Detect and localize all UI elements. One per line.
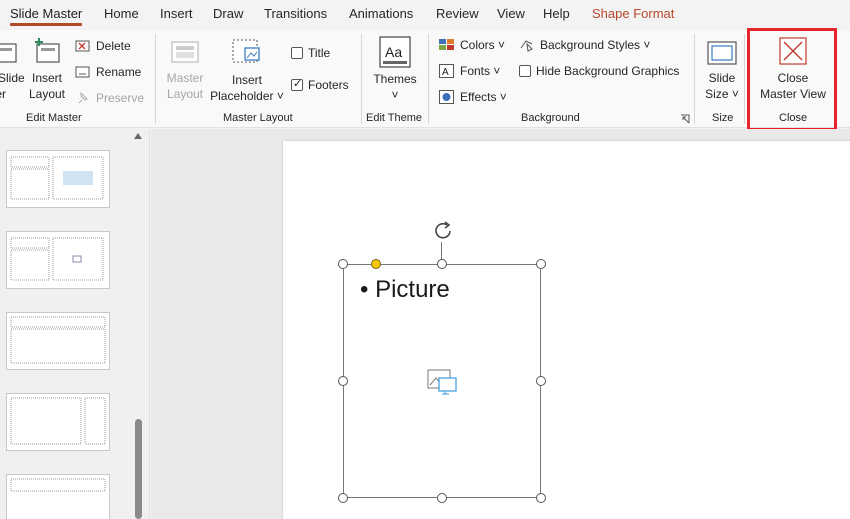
resize-handle-top-right[interactable]	[536, 259, 546, 269]
colors-button[interactable]: Colors ˅	[439, 35, 505, 55]
delete-button[interactable]: Delete	[75, 36, 131, 56]
title-check-box[interactable]	[291, 47, 303, 59]
svg-text:Aa: Aa	[385, 44, 402, 60]
insert-placeholder-button[interactable]: Insert Placeholder ˅	[209, 72, 285, 104]
ribbon-tab-bar: Slide Master Home Insert Draw Transition…	[0, 0, 850, 30]
background-styles-icon	[520, 40, 533, 52]
group-separator	[361, 34, 362, 124]
tab-transitions[interactable]: Transitions	[264, 6, 327, 21]
ribbon: Slide ter Insert Layout Delete Rename Pr…	[0, 30, 850, 128]
preserve-button[interactable]: Preserve	[75, 88, 144, 108]
master-layout-button[interactable]: Master Layout	[163, 70, 207, 102]
hide-background-graphics-checkbox[interactable]: Hide Background Graphics	[519, 61, 679, 81]
scroll-up-arrow-icon[interactable]	[134, 133, 142, 139]
dialog-launcher-icon[interactable]	[680, 114, 690, 124]
group-separator	[744, 34, 745, 124]
slide-size-icon	[707, 41, 737, 65]
tab-shape-format[interactable]: Shape Format	[592, 6, 674, 21]
tab-home[interactable]: Home	[104, 6, 139, 21]
colors-icon	[439, 39, 454, 50]
layout-thumbnail-1[interactable]	[6, 150, 110, 208]
preserve-pin-icon	[78, 91, 88, 104]
placeholder-text[interactable]: • Picture	[360, 276, 450, 304]
delete-slide-icon	[75, 40, 90, 52]
resize-handle-left[interactable]	[338, 376, 348, 386]
highlight-box	[747, 28, 837, 131]
group-label-master-layout: Master Layout	[223, 112, 293, 124]
thumbnail-preview	[10, 156, 104, 200]
group-separator	[428, 34, 429, 124]
fonts-icon: A	[439, 64, 454, 78]
thumbnail-preview	[10, 237, 104, 281]
layout-thumbnail-4[interactable]	[6, 393, 110, 451]
tab-animations[interactable]: Animations	[349, 6, 413, 21]
tab-help[interactable]: Help	[543, 6, 570, 21]
resize-handle-top-left[interactable]	[338, 259, 348, 269]
group-label-size: Size	[712, 112, 734, 124]
resize-handle-bottom-right[interactable]	[536, 493, 546, 503]
group-label-background: Background	[521, 112, 580, 124]
title-checkbox[interactable]: Title	[291, 43, 330, 63]
thumbnail-preview	[10, 316, 106, 364]
tab-slide-master[interactable]: Slide Master	[10, 6, 83, 26]
tab-review[interactable]: Review	[436, 6, 479, 21]
layout-thumbnail-3[interactable]	[6, 312, 110, 370]
master-layout-icon	[171, 41, 199, 63]
thumbnail-preview	[10, 397, 106, 445]
scrollbar-thumb[interactable]	[135, 419, 142, 519]
layout-thumbnail-2[interactable]	[6, 231, 110, 289]
thumbnail-preview	[10, 478, 106, 492]
fonts-button[interactable]: A Fonts ˅	[439, 61, 500, 81]
group-label-edit-master: Edit Master	[26, 112, 82, 124]
picture-icon[interactable]	[427, 369, 459, 397]
tab-insert[interactable]: Insert	[160, 6, 193, 21]
footers-check-box[interactable]	[291, 77, 303, 91]
group-label-edit-theme: Edit Theme	[366, 112, 423, 124]
insert-slide-master-icon	[0, 43, 17, 63]
layout-thumbnail-5[interactable]	[6, 474, 110, 519]
insert-layout-button[interactable]: Insert Layout	[26, 70, 68, 102]
rotate-handle-icon[interactable]	[432, 219, 456, 243]
insert-placeholder-icon	[232, 39, 260, 63]
effects-button[interactable]: Effects ˅	[439, 87, 507, 107]
themes-button[interactable]: Themes ˅	[371, 71, 419, 103]
resize-handle-right[interactable]	[536, 376, 546, 386]
group-separator	[155, 34, 156, 124]
hide-bg-check-box[interactable]	[519, 65, 531, 77]
background-styles-button[interactable]: Background Styles ˅	[519, 35, 650, 55]
themes-icon: Aa	[379, 36, 411, 68]
insert-layout-icon	[35, 38, 60, 63]
slide-size-button[interactable]: Slide Size ˅	[702, 70, 742, 102]
resize-handle-bottom[interactable]	[437, 493, 447, 503]
insert-slide-master-button[interactable]: Slide ter	[0, 70, 25, 102]
rename-icon	[75, 66, 90, 78]
tab-view[interactable]: View	[497, 6, 525, 21]
effects-icon	[439, 90, 454, 104]
adjust-handle[interactable]	[371, 259, 381, 269]
footers-checkbox[interactable]: Footers	[291, 75, 349, 95]
resize-handle-bottom-left[interactable]	[338, 493, 348, 503]
resize-handle-top[interactable]	[437, 259, 447, 269]
tab-draw[interactable]: Draw	[213, 6, 243, 21]
rename-button[interactable]: Rename	[75, 62, 141, 82]
slide-thumbnail-pane	[0, 129, 150, 519]
svg-text:A: A	[442, 67, 449, 78]
group-separator	[694, 34, 695, 124]
